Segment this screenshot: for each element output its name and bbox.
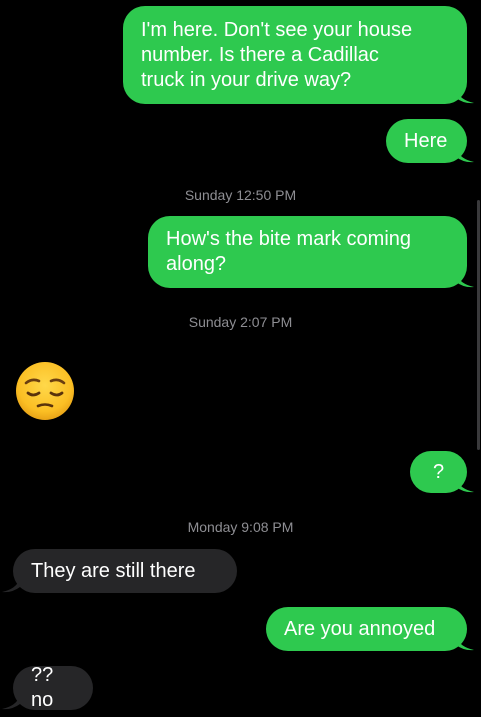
sent-message-bubble[interactable]: I'm here. Don't see your house number. I… xyxy=(123,6,467,104)
received-bubble-tail xyxy=(2,696,20,710)
pensive-face-emoji-icon[interactable] xyxy=(14,360,76,422)
sent-bubble-tail xyxy=(456,637,474,651)
timestamp-label: Sunday 2:07 PM xyxy=(188,314,293,330)
message-text: ??no xyxy=(31,664,54,711)
sent-message-bubble[interactable]: Here xyxy=(386,119,467,163)
message-text: ? xyxy=(432,460,445,483)
received-message-bubble[interactable]: ??no xyxy=(13,664,93,711)
sent-bubble-tail xyxy=(456,479,474,493)
scrollbar[interactable] xyxy=(477,200,480,450)
message-text: They are still there xyxy=(31,559,196,582)
sent-message-bubble[interactable]: How's the bite mark coming along? xyxy=(148,216,467,288)
sent-bubble-tail xyxy=(456,274,474,288)
message-text: Are you annoyed xyxy=(284,617,436,640)
timestamp-label: Monday 9:08 PM xyxy=(187,519,294,535)
message-text: Here xyxy=(404,129,448,152)
sent-bubble-tail xyxy=(456,90,474,104)
received-message-bubble[interactable]: They are still there xyxy=(13,549,237,593)
received-bubble-tail xyxy=(2,579,20,593)
timestamp-label: Sunday 12:50 PM xyxy=(184,187,297,203)
message-text: I'm here. Don't see your house number. I… xyxy=(141,18,413,91)
sent-bubble-tail xyxy=(456,149,474,163)
message-text: How's the bite mark coming along? xyxy=(166,228,412,275)
sent-message-bubble[interactable]: Are you annoyed xyxy=(266,607,467,651)
